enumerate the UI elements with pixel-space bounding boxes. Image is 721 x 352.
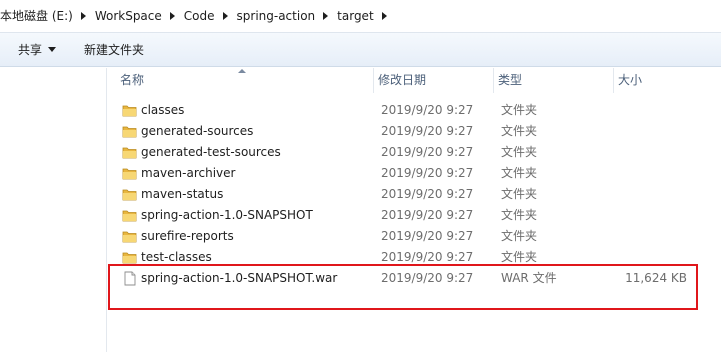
folder-icon [122, 187, 137, 202]
file-date: 2019/9/20 9:27 [381, 229, 474, 243]
new-folder-label: 新建文件夹 [84, 42, 145, 57]
file-name: generated-sources [141, 124, 254, 138]
folder-icon [122, 250, 137, 265]
file-type: 文件夹 [501, 103, 538, 117]
file-name: maven-archiver [141, 166, 236, 180]
file-type: 文件夹 [501, 208, 538, 222]
folder-icon [122, 208, 137, 223]
column-header-date[interactable]: 修改日期 [374, 68, 494, 93]
folder-icon [122, 166, 137, 181]
toolbar: 共享 新建文件夹 [0, 33, 721, 67]
breadcrumb-workspace[interactable]: WorkSpace [91, 6, 166, 26]
file-date: 2019/9/20 9:27 [381, 103, 474, 117]
file-name: maven-status [141, 187, 224, 201]
chevron-right-icon[interactable] [319, 6, 333, 26]
breadcrumb-spring-action[interactable]: spring-action [233, 6, 320, 26]
chevron-right-icon[interactable] [77, 6, 91, 26]
file-row[interactable]: surefire-reports 2019/9/20 9:27 文件夹 [108, 226, 721, 247]
address-bar[interactable]: 本地磁盘 (E:) WorkSpace Code spring-action t… [0, 0, 721, 33]
file-type: 文件夹 [501, 145, 538, 159]
folder-icon [122, 229, 137, 244]
share-label: 共享 [18, 42, 43, 57]
column-header-size-label: 大小 [618, 73, 643, 87]
column-header-name-label: 名称 [120, 73, 145, 87]
column-header-name[interactable]: 名称 [108, 68, 374, 93]
file-type: 文件夹 [501, 229, 538, 243]
share-button[interactable]: 共享 [10, 38, 64, 62]
breadcrumb-drive[interactable]: 本地磁盘 (E:) [0, 6, 77, 26]
file-row[interactable]: generated-sources 2019/9/20 9:27 文件夹 [108, 121, 721, 142]
folder-icon [122, 124, 137, 139]
breadcrumb-code[interactable]: Code [180, 6, 219, 26]
chevron-right-icon[interactable] [166, 6, 180, 26]
file-row[interactable]: generated-test-sources 2019/9/20 9:27 文件… [108, 142, 721, 163]
breadcrumb-target[interactable]: target [333, 6, 378, 26]
file-name: classes [141, 103, 185, 117]
column-header-row: 名称 修改日期 类型 大小 [108, 68, 721, 93]
chevron-down-icon [48, 47, 57, 52]
file-list: classes 2019/9/20 9:27 文件夹 generated-sou… [108, 100, 721, 289]
file-row[interactable]: classes 2019/9/20 9:27 文件夹 [108, 100, 721, 121]
file-name: generated-test-sources [141, 145, 281, 159]
file-date: 2019/9/20 9:27 [381, 166, 474, 180]
file-row[interactable]: maven-status 2019/9/20 9:27 文件夹 [108, 184, 721, 205]
file-date: 2019/9/20 9:27 [381, 145, 474, 159]
chevron-right-icon[interactable] [219, 6, 233, 26]
column-header-date-label: 修改日期 [378, 73, 427, 87]
column-header-type[interactable]: 类型 [494, 68, 614, 93]
file-date: 2019/9/20 9:27 [381, 124, 474, 138]
file-row[interactable]: maven-archiver 2019/9/20 9:27 文件夹 [108, 163, 721, 184]
file-row[interactable]: spring-action-1.0-SNAPSHOT 2019/9/20 9:2… [108, 205, 721, 226]
sort-ascending-icon [238, 69, 246, 73]
breadcrumb: 本地磁盘 (E:) WorkSpace Code spring-action t… [0, 6, 392, 26]
file-name: surefire-reports [141, 229, 234, 243]
column-header-size[interactable]: 大小 [614, 68, 721, 93]
highlight-box [108, 264, 698, 310]
chevron-right-icon[interactable] [378, 6, 392, 26]
navigation-pane[interactable] [0, 68, 107, 352]
file-type: 文件夹 [501, 187, 538, 201]
file-date: 2019/9/20 9:27 [381, 208, 474, 222]
file-name: spring-action-1.0-SNAPSHOT [141, 208, 313, 222]
new-folder-button[interactable]: 新建文件夹 [76, 38, 152, 62]
file-type: 文件夹 [501, 124, 538, 138]
column-header-type-label: 类型 [498, 73, 523, 87]
file-type: 文件夹 [501, 166, 538, 180]
folder-icon [122, 145, 137, 160]
folder-icon [122, 103, 137, 118]
file-date: 2019/9/20 9:27 [381, 187, 474, 201]
